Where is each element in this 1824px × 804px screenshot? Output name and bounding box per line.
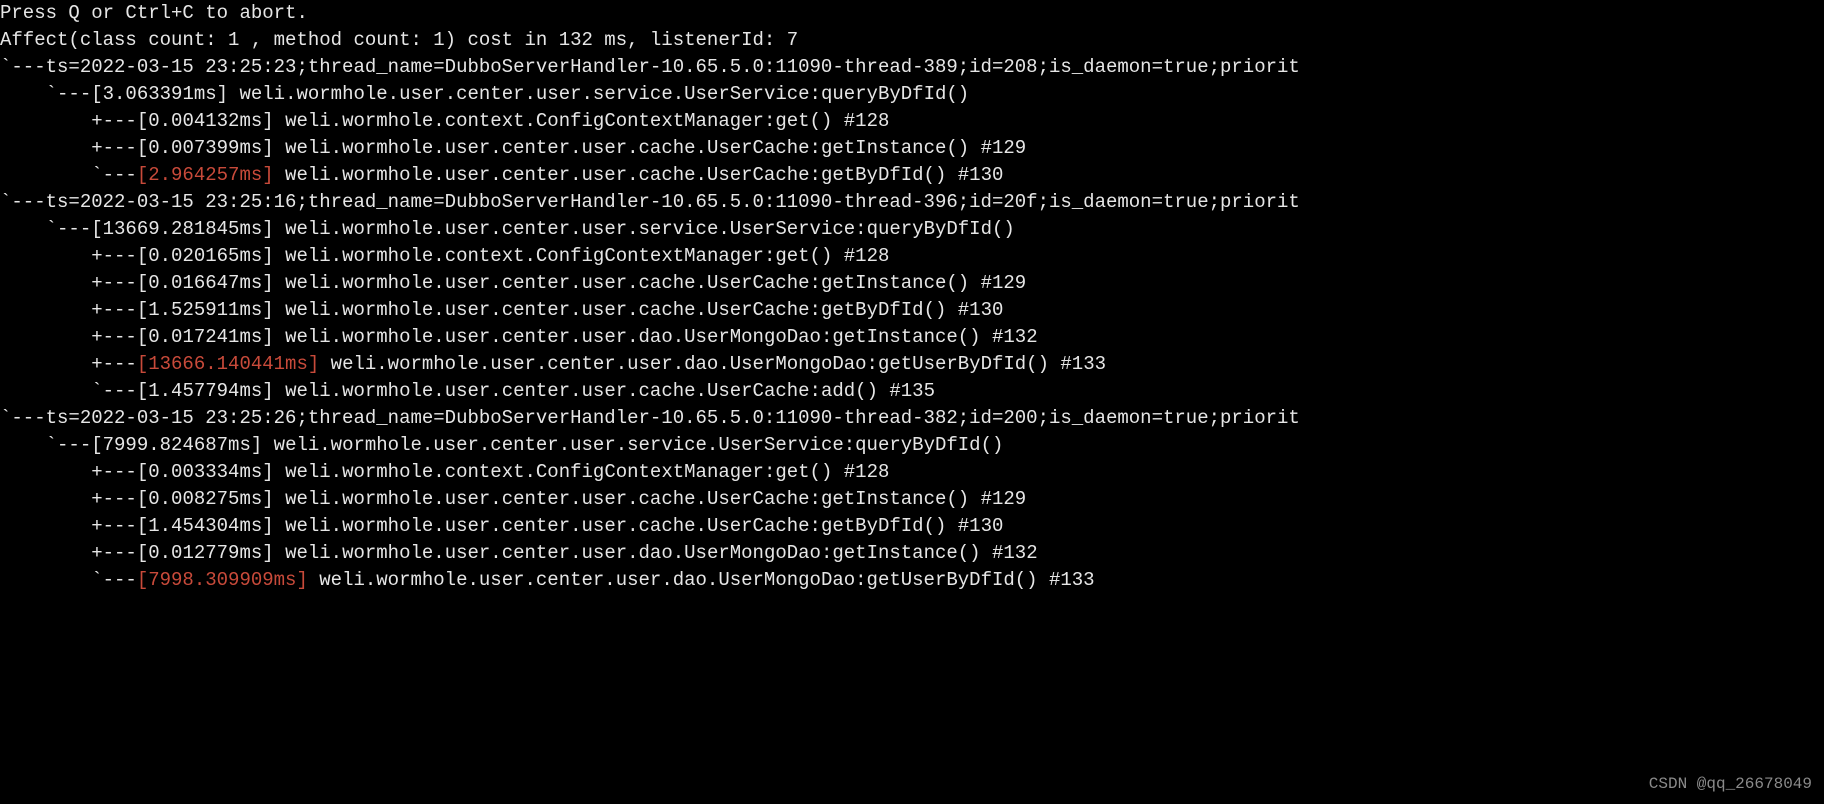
trace-line: +---[0.020165ms] weli.wormhole.context.C… — [0, 243, 1824, 270]
affect-summary-line: Affect(class count: 1 , method count: 1)… — [0, 27, 1824, 54]
trace-duration: [7998.309909ms] — [137, 569, 308, 591]
trace-line: `---[7998.309909ms] weli.wormhole.user.c… — [0, 567, 1824, 594]
trace-line: +---[0.012779ms] weli.wormhole.user.cent… — [0, 540, 1824, 567]
trace-duration: 7999.824687ms — [103, 434, 251, 456]
trace-method-call: weli.wormhole.user.center.user.dao.UserM… — [319, 353, 1106, 375]
trace-duration: 1.457794ms — [148, 380, 262, 402]
trace-method-call: ] weli.wormhole.user.center.user.cache.U… — [262, 299, 1003, 321]
trace-method-call: ] weli.wormhole.context.ConfigContextMan… — [262, 245, 889, 267]
trace-duration: 1.525911ms — [148, 299, 262, 321]
trace-line: `---[7999.824687ms] weli.wormhole.user.c… — [0, 432, 1824, 459]
trace-method-call: ] weli.wormhole.user.center.user.cache.U… — [262, 380, 935, 402]
trace-tree-prefix: +---[ — [0, 137, 148, 159]
trace-method-call: ] weli.wormhole.context.ConfigContextMan… — [262, 461, 889, 483]
trace-tree-prefix: `--- — [0, 164, 137, 186]
trace-duration: [2.964257ms] — [137, 164, 274, 186]
trace-line: +---[0.003334ms] weli.wormhole.context.C… — [0, 459, 1824, 486]
trace-line: +---[0.008275ms] weli.wormhole.user.cent… — [0, 486, 1824, 513]
trace-duration: 1.454304ms — [148, 515, 262, 537]
trace-tree-prefix: `---[ — [0, 83, 103, 105]
trace-duration: 0.008275ms — [148, 488, 262, 510]
trace-method-call: weli.wormhole.user.center.user.cache.Use… — [274, 164, 1004, 186]
trace-tree-prefix: +---[ — [0, 326, 148, 348]
trace-line: +---[0.017241ms] weli.wormhole.user.cent… — [0, 324, 1824, 351]
trace-method-call: ] weli.wormhole.user.center.user.service… — [251, 434, 1004, 456]
trace-method-call: ] weli.wormhole.user.center.user.dao.Use… — [262, 326, 1037, 348]
trace-tree-prefix: +---[ — [0, 245, 148, 267]
trace-line: +---[0.004132ms] weli.wormhole.context.C… — [0, 108, 1824, 135]
trace-line: +---[0.007399ms] weli.wormhole.user.cent… — [0, 135, 1824, 162]
trace-method-call: ] weli.wormhole.user.center.user.cache.U… — [262, 488, 1026, 510]
trace-line: +---[1.525911ms] weli.wormhole.user.cent… — [0, 297, 1824, 324]
trace-tree-prefix: `---[ — [0, 434, 103, 456]
trace-line: +---[1.454304ms] weli.wormhole.user.cent… — [0, 513, 1824, 540]
trace-header: `---ts=2022-03-15 23:25:26;thread_name=D… — [0, 405, 1824, 432]
trace-line: `---[2.964257ms] weli.wormhole.user.cent… — [0, 162, 1824, 189]
trace-method-call: weli.wormhole.user.center.user.dao.UserM… — [308, 569, 1095, 591]
trace-duration: 3.063391ms — [103, 83, 217, 105]
trace-method-call: ] weli.wormhole.user.center.user.service… — [217, 83, 970, 105]
trace-tree-prefix: +---[ — [0, 542, 148, 564]
trace-line: `---[13669.281845ms] weli.wormhole.user.… — [0, 216, 1824, 243]
trace-header: `---ts=2022-03-15 23:25:23;thread_name=D… — [0, 54, 1824, 81]
trace-method-call: ] weli.wormhole.context.ConfigContextMan… — [262, 110, 889, 132]
trace-method-call: ] weli.wormhole.user.center.user.cache.U… — [262, 272, 1026, 294]
trace-duration: [13666.140441ms] — [137, 353, 319, 375]
trace-duration: 0.007399ms — [148, 137, 262, 159]
trace-method-call: ] weli.wormhole.user.center.user.service… — [262, 218, 1015, 240]
trace-duration: 0.003334ms — [148, 461, 262, 483]
trace-line: `---[1.457794ms] weli.wormhole.user.cent… — [0, 378, 1824, 405]
trace-duration: 0.012779ms — [148, 542, 262, 564]
trace-duration: 0.004132ms — [148, 110, 262, 132]
abort-hint-line: Press Q or Ctrl+C to abort. — [0, 0, 1824, 27]
trace-duration: 0.016647ms — [148, 272, 262, 294]
trace-tree-prefix: `---[ — [0, 380, 148, 402]
trace-tree-prefix: +---[ — [0, 110, 148, 132]
trace-method-call: ] weli.wormhole.user.center.user.dao.Use… — [262, 542, 1037, 564]
trace-tree-prefix: `---[ — [0, 218, 103, 240]
trace-header: `---ts=2022-03-15 23:25:16;thread_name=D… — [0, 189, 1824, 216]
trace-line: +---[13666.140441ms] weli.wormhole.user.… — [0, 351, 1824, 378]
trace-line: +---[0.016647ms] weli.wormhole.user.cent… — [0, 270, 1824, 297]
trace-tree-prefix: +---[ — [0, 461, 148, 483]
trace-tree-prefix: +---[ — [0, 488, 148, 510]
trace-duration: 13669.281845ms — [103, 218, 263, 240]
trace-tree-prefix: +---[ — [0, 272, 148, 294]
trace-method-call: ] weli.wormhole.user.center.user.cache.U… — [262, 515, 1003, 537]
trace-tree-prefix: +---[ — [0, 299, 148, 321]
trace-tree-prefix: +---[ — [0, 515, 148, 537]
watermark: CSDN @qq_26678049 — [1649, 771, 1812, 798]
trace-method-call: ] weli.wormhole.user.center.user.cache.U… — [262, 137, 1026, 159]
terminal-output: Press Q or Ctrl+C to abort.Affect(class … — [0, 0, 1824, 594]
trace-duration: 0.017241ms — [148, 326, 262, 348]
trace-tree-prefix: +--- — [0, 353, 137, 375]
trace-tree-prefix: `--- — [0, 569, 137, 591]
trace-line: `---[3.063391ms] weli.wormhole.user.cent… — [0, 81, 1824, 108]
trace-duration: 0.020165ms — [148, 245, 262, 267]
